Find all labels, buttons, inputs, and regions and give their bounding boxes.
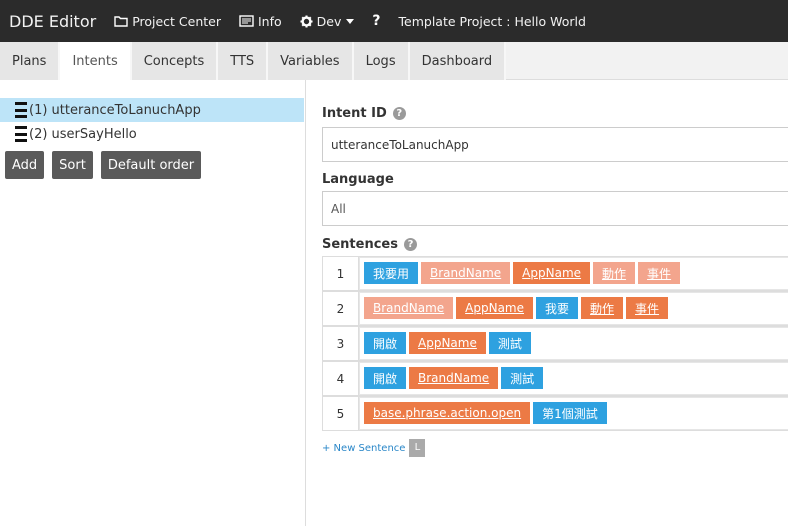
concept-chip[interactable]: AppName bbox=[456, 297, 534, 319]
intent-label: (1) utteranceToLanuchApp bbox=[29, 102, 201, 118]
sentence-number: 3 bbox=[323, 327, 359, 360]
text-chip[interactable]: 我要 bbox=[536, 297, 579, 319]
concept-chip[interactable]: 動作 bbox=[593, 262, 636, 284]
sentence-chips: base.phrase.action.open 第1個測試 bbox=[364, 402, 607, 424]
intent-id-label-text: Intent ID bbox=[322, 106, 387, 121]
concept-chip[interactable]: BrandName bbox=[409, 367, 499, 389]
text-chip[interactable]: 開啟 bbox=[364, 367, 407, 389]
text-chip[interactable]: 我要用 bbox=[364, 262, 419, 284]
intent-item[interactable]: (2) userSayHello bbox=[0, 122, 304, 146]
sentence-number: 1 bbox=[323, 257, 359, 290]
sentence-editor[interactable]: 開啟 AppName 測試 bbox=[359, 327, 788, 360]
sentences-label-text: Sentences bbox=[322, 237, 398, 252]
info-label: Info bbox=[258, 13, 282, 29]
new-sentence-link[interactable]: + New Sentence L bbox=[322, 439, 426, 457]
sentence-number: 5 bbox=[323, 397, 359, 430]
language-select[interactable]: All bbox=[322, 191, 788, 226]
shortcut-badge: L bbox=[409, 439, 426, 457]
text-chip[interactable]: 開啟 bbox=[364, 332, 407, 354]
intent-label: (2) userSayHello bbox=[29, 126, 137, 142]
sentence-row: 2 BrandName AppName 我要 動作 事件 bbox=[322, 291, 788, 326]
main-tabs: Plans Intents Concepts TTS Variables Log… bbox=[0, 42, 788, 80]
intent-actions: Add Sort Default order bbox=[5, 151, 202, 179]
intent-id-input[interactable]: utteranceToLanuchApp bbox=[322, 127, 788, 162]
sort-button[interactable]: Sort bbox=[52, 151, 93, 179]
default-order-button[interactable]: Default order bbox=[100, 151, 202, 179]
tab-dashboard[interactable]: Dashboard bbox=[409, 42, 507, 80]
sentence-row: 1 我要用 BrandName AppName 動作 事件 bbox=[322, 256, 788, 291]
sentence-row: 3 開啟 AppName 測試 bbox=[322, 326, 788, 361]
drag-handle-icon[interactable] bbox=[15, 101, 27, 119]
concept-chip[interactable]: base.phrase.action.open bbox=[364, 402, 531, 424]
sentence-chips: 開啟 AppName 測試 bbox=[364, 332, 531, 354]
tab-variables[interactable]: Variables bbox=[268, 42, 354, 80]
gear-icon bbox=[300, 14, 313, 28]
tab-intents[interactable]: Intents bbox=[60, 42, 132, 80]
sentence-editor[interactable]: base.phrase.action.open 第1個測試 bbox=[359, 397, 788, 430]
text-chip[interactable]: 第1個測試 bbox=[533, 402, 607, 424]
info-link[interactable]: Info bbox=[239, 14, 282, 29]
intent-item[interactable]: (1) utteranceToLanuchApp bbox=[0, 98, 304, 122]
sentence-number: 4 bbox=[323, 362, 359, 395]
concept-chip[interactable]: AppName bbox=[409, 332, 486, 354]
sentence-number: 2 bbox=[323, 292, 359, 325]
concept-chip[interactable]: 事件 bbox=[626, 297, 669, 319]
project-name: Template Project : Hello World bbox=[398, 13, 586, 29]
concept-chip[interactable]: AppName bbox=[513, 262, 591, 284]
sentence-chips: BrandName AppName 我要 動作 事件 bbox=[364, 297, 669, 319]
top-navbar: DDE Editor Project Center Info Dev ? Tem… bbox=[0, 0, 788, 42]
intent-id-label: Intent ID ? bbox=[322, 106, 406, 121]
text-chip[interactable]: 測試 bbox=[488, 332, 531, 354]
intent-list-panel: (1) utteranceToLanuchApp (2) userSayHell… bbox=[0, 80, 306, 526]
sentence-chips: 我要用 BrandName AppName 動作 事件 bbox=[364, 262, 681, 284]
project-center-label: Project Center bbox=[132, 13, 221, 29]
add-button[interactable]: Add bbox=[5, 151, 45, 179]
sentence-editor[interactable]: 開啟 BrandName 測試 bbox=[359, 362, 788, 395]
intent-editor: Intent ID ? utteranceToLanuchApp Languag… bbox=[306, 80, 788, 526]
concept-chip[interactable]: 動作 bbox=[581, 297, 624, 319]
concept-chip[interactable]: BrandName bbox=[364, 297, 454, 319]
text-chip[interactable]: 測試 bbox=[501, 367, 544, 389]
sentence-row: 4 開啟 BrandName 測試 bbox=[322, 361, 788, 396]
sentence-row: 5 base.phrase.action.open 第1個測試 bbox=[322, 396, 788, 431]
sentences-label: Sentences ? bbox=[322, 237, 417, 252]
tab-tts[interactable]: TTS bbox=[218, 42, 269, 80]
concept-chip[interactable]: BrandName bbox=[421, 262, 511, 284]
project-center-link[interactable]: Project Center bbox=[114, 14, 221, 29]
new-sentence-label: + New Sentence bbox=[322, 442, 406, 454]
dev-menu[interactable]: Dev bbox=[300, 14, 355, 29]
sentence-editor[interactable]: 我要用 BrandName AppName 動作 事件 bbox=[359, 257, 788, 290]
id-card-icon bbox=[239, 15, 254, 27]
caret-down-icon bbox=[346, 18, 355, 24]
help-circle-icon[interactable]: ? bbox=[403, 238, 417, 251]
concept-chip[interactable]: 事件 bbox=[638, 262, 681, 284]
help-circle-icon[interactable]: ? bbox=[392, 107, 406, 120]
app-title[interactable]: DDE Editor bbox=[9, 12, 96, 31]
help-link[interactable]: ? bbox=[372, 13, 380, 29]
drag-handle-icon[interactable] bbox=[15, 125, 27, 143]
dev-label: Dev bbox=[316, 13, 342, 29]
tab-logs[interactable]: Logs bbox=[353, 42, 410, 80]
folder-icon bbox=[114, 16, 128, 27]
sentence-editor[interactable]: BrandName AppName 我要 動作 事件 bbox=[359, 292, 788, 325]
language-label: Language bbox=[322, 172, 394, 187]
sentence-chips: 開啟 BrandName 測試 bbox=[364, 367, 544, 389]
tab-plans[interactable]: Plans bbox=[0, 42, 61, 80]
tab-concepts[interactable]: Concepts bbox=[131, 42, 219, 80]
